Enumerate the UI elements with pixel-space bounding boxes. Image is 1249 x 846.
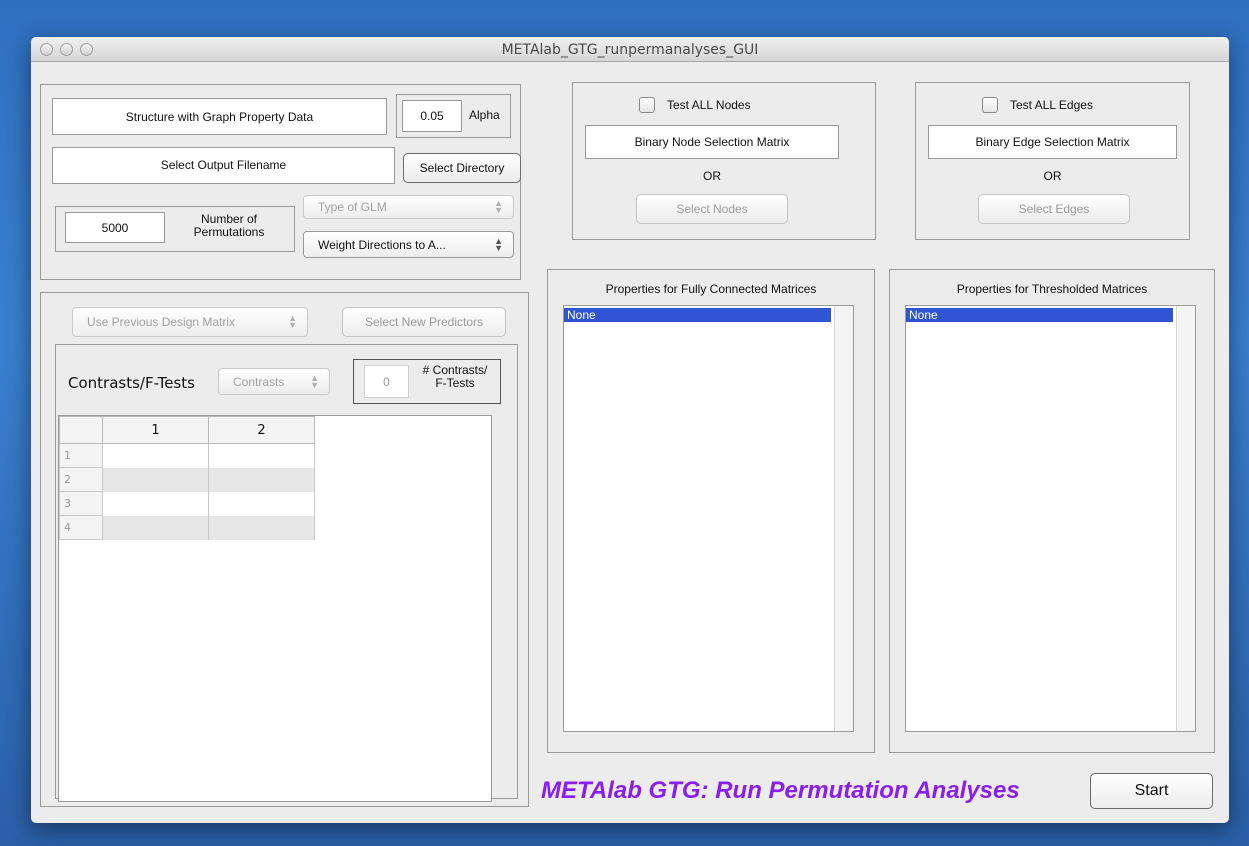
num-contrasts-label: # Contrasts/ F-Tests — [412, 364, 498, 390]
select-nodes-button[interactable]: Select Nodes — [636, 194, 788, 224]
thresholded-list[interactable]: None — [905, 305, 1196, 732]
table-cell[interactable] — [208, 467, 315, 492]
fully-connected-list[interactable]: None — [563, 305, 854, 732]
scrollbar[interactable] — [834, 306, 853, 731]
num-contrasts-input[interactable]: 0 — [364, 365, 409, 398]
row-header[interactable]: 1 — [59, 443, 103, 468]
alpha-label: Alpha — [469, 108, 500, 122]
popup-arrows-icon: ▲ ▼ — [288, 313, 297, 330]
contrasts-label: Contrasts/F-Tests — [68, 374, 195, 392]
test-all-edges-label: Test ALL Edges — [1010, 98, 1093, 112]
row-header[interactable]: 4 — [59, 515, 103, 540]
edge-selection-field[interactable]: Binary Edge Selection Matrix — [928, 125, 1177, 159]
permutations-input[interactable]: 5000 — [65, 212, 165, 243]
num-contrasts-group: 0 # Contrasts/ F-Tests — [353, 359, 501, 404]
list-item[interactable]: None — [564, 308, 831, 322]
permutations-label-line2: Permutations — [193, 225, 265, 239]
app-window: METAlab_GTG_runpermanalyses_GUI Structur… — [31, 37, 1229, 823]
test-all-nodes-label: Test ALL Nodes — [667, 98, 751, 112]
glm-type-popup[interactable]: Type of GLM ▲ ▼ — [303, 195, 514, 219]
thresholded-title: Properties for Thresholded Matrices — [956, 282, 1148, 296]
table-cell[interactable] — [208, 443, 315, 468]
fully-connected-panel: Properties for Fully Connected Matrices … — [547, 269, 875, 753]
table-cell[interactable] — [102, 467, 209, 492]
scrollbar[interactable] — [1176, 306, 1195, 731]
contrasts-popup[interactable]: Contrasts ▲ ▼ — [218, 368, 330, 395]
table-cell[interactable] — [102, 443, 209, 468]
node-selection-field[interactable]: Binary Node Selection Matrix — [585, 125, 839, 159]
test-all-nodes-checkbox[interactable] — [639, 97, 655, 113]
alpha-group: 0.05 Alpha — [396, 94, 511, 138]
edges-or-label: OR — [1043, 169, 1062, 183]
thresholded-panel: Properties for Thresholded Matrices None — [889, 269, 1215, 753]
nodes-or-label: OR — [703, 169, 721, 183]
permutations-group: 5000 Number of Permutations — [55, 206, 295, 252]
column-header[interactable]: 1 — [102, 416, 209, 444]
table-row: 4 — [59, 515, 315, 540]
permutations-label: Number of Permutations — [174, 213, 284, 239]
corner-header — [59, 416, 103, 444]
weight-directions-label: Weight Directions to A... — [318, 237, 446, 252]
design-matrix-label: Use Previous Design Matrix — [87, 315, 236, 329]
test-all-edges-checkbox[interactable] — [982, 97, 998, 113]
table-row: 3 — [59, 491, 315, 516]
select-new-predictors-button[interactable]: Select New Predictors — [342, 307, 506, 337]
popup-arrows-icon: ▲ ▼ — [494, 235, 503, 253]
table-cell[interactable] — [102, 515, 209, 540]
window-title: METAlab_GTG_runpermanalyses_GUI — [501, 42, 759, 58]
start-button[interactable]: Start — [1090, 773, 1213, 809]
edges-panel: Test ALL Edges Binary Edge Selection Mat… — [915, 82, 1190, 240]
popup-arrows-icon: ▲ ▼ — [494, 198, 503, 215]
column-header[interactable]: 2 — [208, 416, 315, 444]
select-directory-button[interactable]: Select Directory — [403, 153, 521, 183]
input-panel: Structure with Graph Property Data 0.05 … — [40, 84, 521, 280]
row-header[interactable]: 3 — [59, 491, 103, 516]
table-cell[interactable] — [102, 491, 209, 516]
design-panel: Use Previous Design Matrix ▲ ▼ Select New… — [40, 292, 529, 807]
title-bar: METAlab_GTG_runpermanalyses_GUI — [31, 37, 1229, 62]
contrasts-table[interactable]: 1 2 1 2 3 4 — [58, 415, 492, 802]
popup-arrows-icon: ▲ ▼ — [310, 372, 319, 390]
contrasts-panel: Contrasts/F-Tests Contrasts ▲ ▼ 0 # Contr… — [55, 344, 518, 802]
table-cell[interactable] — [208, 491, 315, 516]
row-header[interactable]: 2 — [59, 467, 103, 492]
contrasts-popup-label: Contrasts — [233, 374, 285, 389]
select-edges-button[interactable]: Select Edges — [978, 194, 1130, 224]
structure-field[interactable]: Structure with Graph Property Data — [52, 98, 387, 135]
design-matrix-popup[interactable]: Use Previous Design Matrix ▲ ▼ — [72, 307, 308, 337]
glm-type-label: Type of GLM — [318, 200, 387, 214]
alpha-input[interactable]: 0.05 — [402, 100, 462, 132]
num-contrasts-label-line2: F-Tests — [435, 376, 475, 390]
app-banner: METAlab GTG: Run Permutation Analyses — [541, 777, 1020, 804]
output-filename-field[interactable]: Select Output Filename — [52, 147, 395, 184]
table-row: 1 — [59, 443, 315, 468]
list-item[interactable]: None — [906, 308, 1173, 322]
table-row: 2 — [59, 467, 315, 492]
table-cell[interactable] — [208, 515, 315, 540]
weight-directions-popup[interactable]: Weight Directions to A... ▲ ▼ — [303, 231, 514, 258]
contrasts-grid: 1 2 1 2 3 4 — [59, 416, 315, 540]
fully-connected-title: Properties for Fully Connected Matrices — [605, 282, 817, 296]
nodes-panel: Test ALL Nodes Binary Node Selection Mat… — [572, 82, 876, 240]
